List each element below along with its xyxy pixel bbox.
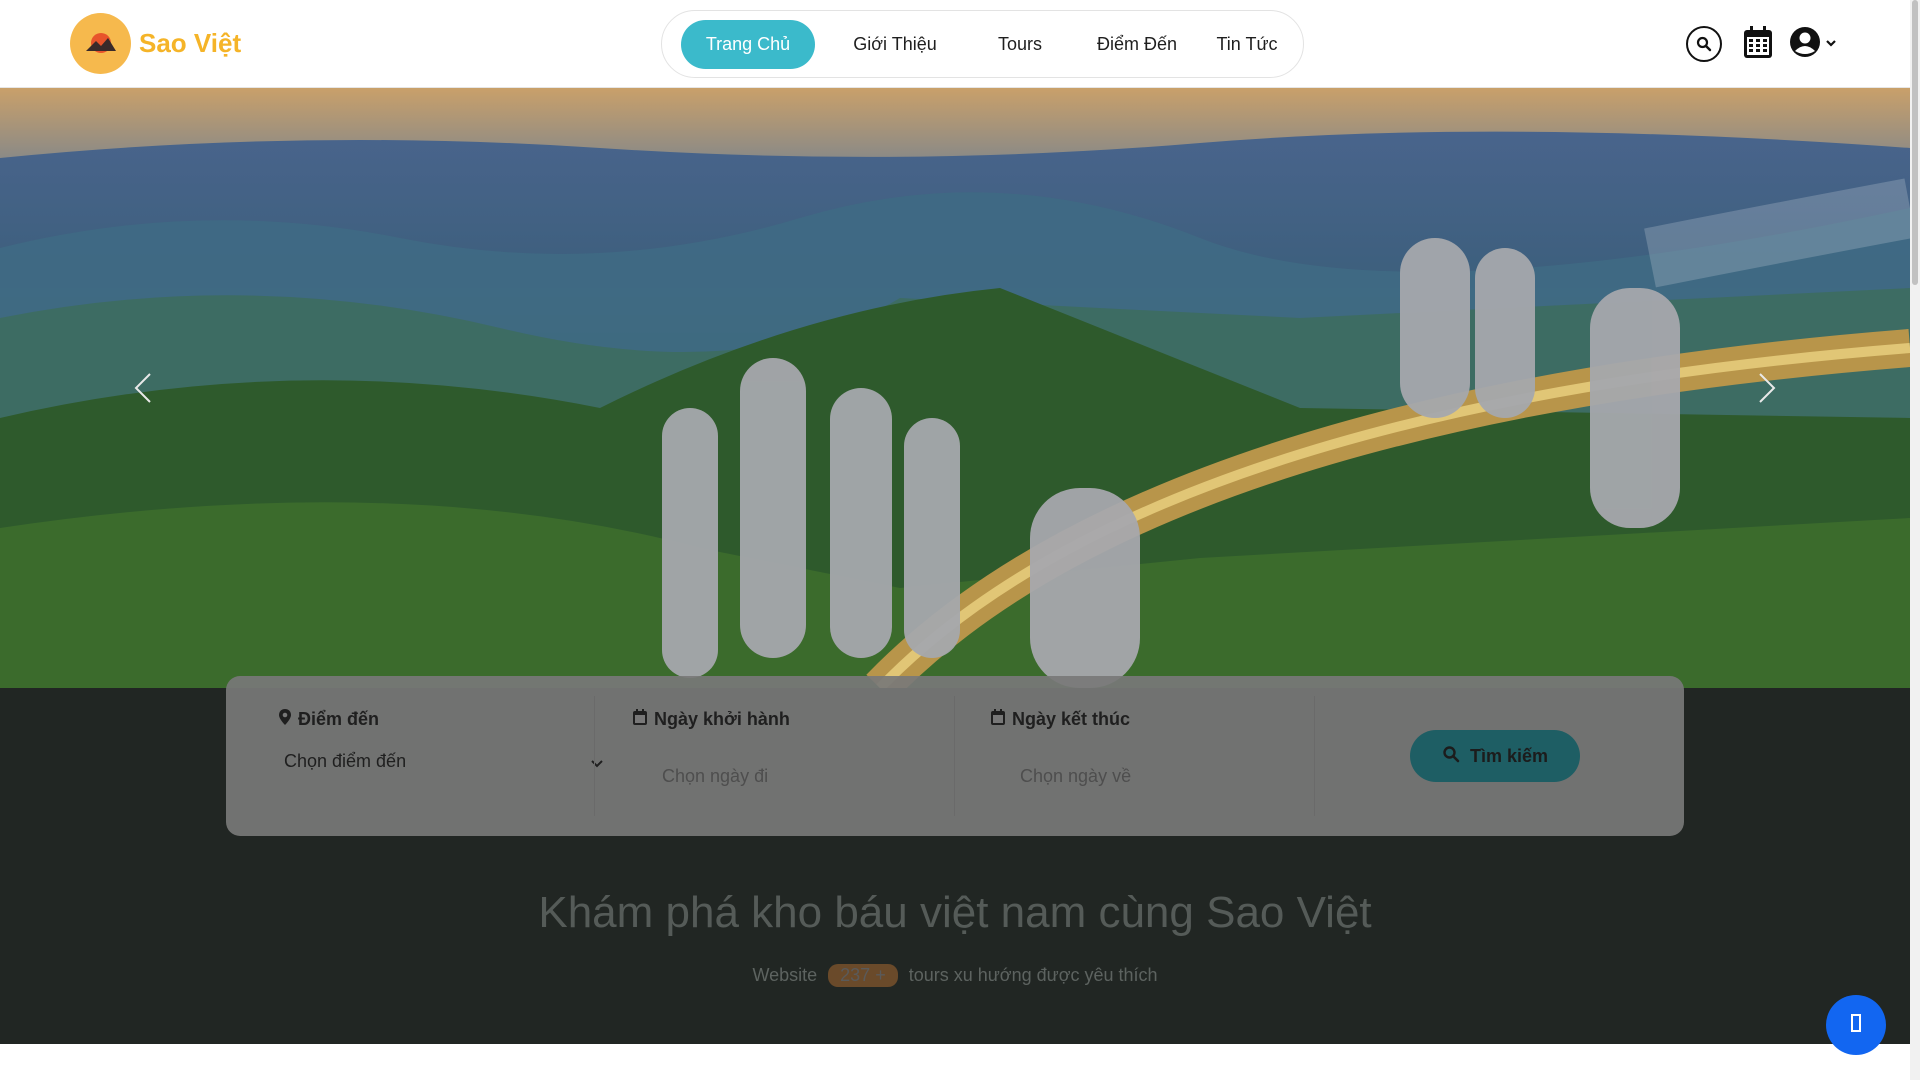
- map-pin-icon: [278, 708, 292, 731]
- user-menu[interactable]: [1789, 26, 1839, 63]
- start-date-label: Ngày khởi hành: [654, 709, 790, 729]
- chevron-down-icon[interactable]: [590, 756, 604, 774]
- main-nav: Trang Chủ Giới Thiệu Tours Điểm Đến Tin …: [661, 10, 1304, 78]
- user-icon: [1789, 26, 1821, 63]
- nav-item-destinations[interactable]: Điểm Đến: [1067, 20, 1207, 69]
- site-header: Sao Việt Trang Chủ Giới Thiệu Tours Điểm…: [0, 0, 1920, 88]
- end-date-input[interactable]: Chọn ngày về: [1020, 766, 1131, 787]
- intro-subline: Website 237 + tours xu hướng được yêu th…: [0, 964, 1910, 987]
- divider: [1314, 696, 1315, 816]
- start-date-input[interactable]: Chọn ngày đi: [662, 766, 768, 787]
- chevron-left-icon[interactable]: [124, 368, 164, 408]
- calendar-icon: [632, 708, 648, 731]
- intro-headline: Khám phá kho báu việt nam cùng Sao Việt: [538, 888, 1372, 937]
- divider: [594, 696, 595, 816]
- tour-count-badge: 237 +: [828, 964, 898, 987]
- chat-button[interactable]: [1826, 995, 1886, 1055]
- divider: [954, 696, 955, 816]
- tour-search-form: Điểm đến Chọn điểm đến Ngày khởi hành Ch…: [226, 676, 1684, 836]
- destination-label: Điểm đến: [298, 709, 380, 729]
- end-date-label: Ngày kết thúc: [1012, 709, 1131, 729]
- destination-field[interactable]: Điểm đến Chọn điểm đến: [266, 676, 603, 836]
- calendar-icon: [990, 708, 1006, 731]
- search-icon: [1442, 745, 1460, 768]
- end-date-field[interactable]: Ngày kết thúc Chọn ngày về: [986, 676, 1326, 836]
- scrollbar-thumb[interactable]: [1912, 0, 1918, 285]
- search-button[interactable]: Tìm kiếm: [1410, 730, 1580, 782]
- search-icon[interactable]: [1686, 26, 1722, 62]
- logo[interactable]: Sao Việt: [70, 13, 241, 74]
- chevron-down-icon: [1825, 35, 1837, 53]
- brand-name: Sao Việt: [139, 28, 242, 58]
- destination-select[interactable]: Chọn điểm đến: [284, 751, 406, 772]
- logo-icon: [70, 13, 131, 74]
- intro-prefix: Website: [752, 965, 818, 985]
- nav-item-home[interactable]: Trang Chủ: [681, 20, 815, 69]
- nav-item-about[interactable]: Giới Thiệu: [830, 20, 960, 69]
- search-button-label: Tìm kiếm: [1469, 745, 1549, 766]
- chevron-right-icon[interactable]: [1746, 368, 1786, 408]
- intro-suffix: tours xu hướng được yêu thích: [908, 965, 1158, 985]
- start-date-field[interactable]: Ngày khởi hành Chọn ngày đi: [626, 676, 966, 836]
- hero-image: [0, 88, 1910, 688]
- calendar-icon[interactable]: [1743, 25, 1773, 59]
- hero-banner: [0, 88, 1910, 688]
- nav-item-news[interactable]: Tin Tức: [1192, 20, 1302, 69]
- nav-item-tours[interactable]: Tours: [975, 20, 1065, 69]
- chat-icon: [1850, 1013, 1862, 1038]
